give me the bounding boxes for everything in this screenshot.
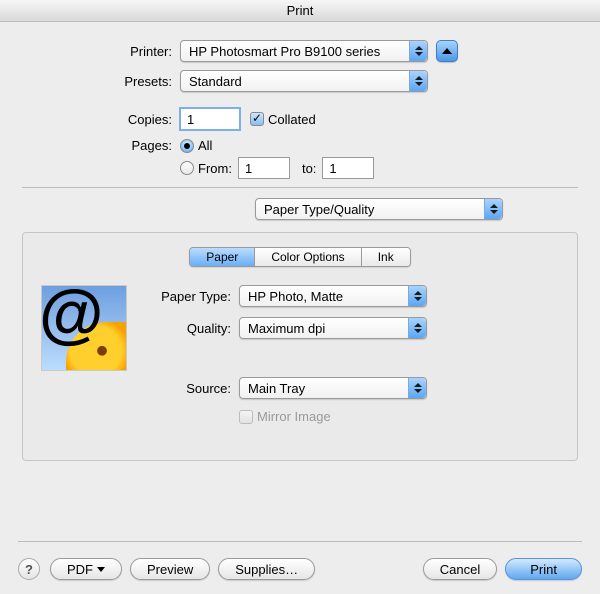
copies-label: Copies: bbox=[22, 112, 180, 127]
section-popup[interactable]: Paper Type/Quality bbox=[255, 198, 503, 220]
quality-selected: Maximum dpi bbox=[248, 321, 347, 336]
help-icon: ? bbox=[25, 562, 33, 577]
pages-range-radio[interactable] bbox=[180, 161, 194, 175]
chevron-updown-icon bbox=[409, 71, 427, 91]
at-sign-icon: @ bbox=[41, 285, 102, 352]
pages-to-label: to: bbox=[302, 161, 316, 176]
printer-popup[interactable]: HP Photosmart Pro B9100 series bbox=[180, 40, 428, 62]
pdf-menu-button[interactable]: PDF bbox=[50, 558, 122, 580]
preview-button[interactable]: Preview bbox=[130, 558, 210, 580]
printer-selected: HP Photosmart Pro B9100 series bbox=[189, 44, 402, 59]
pages-to-input[interactable] bbox=[322, 157, 374, 179]
collated-checkbox[interactable] bbox=[250, 112, 264, 126]
triangle-down-icon bbox=[97, 567, 105, 572]
presets-popup[interactable]: Standard bbox=[180, 70, 428, 92]
output-preview-thumbnail: @ bbox=[41, 285, 127, 371]
divider bbox=[18, 541, 582, 542]
printer-label: Printer: bbox=[22, 44, 180, 59]
quality-label: Quality: bbox=[147, 321, 239, 336]
mirror-image-label: Mirror Image bbox=[257, 409, 331, 424]
window-titlebar: Print bbox=[0, 0, 600, 22]
print-button[interactable]: Print bbox=[505, 558, 582, 580]
section-selected: Paper Type/Quality bbox=[264, 202, 396, 217]
source-label: Source: bbox=[147, 381, 239, 396]
divider bbox=[22, 187, 578, 188]
paper-type-popup[interactable]: HP Photo, Matte bbox=[239, 285, 427, 307]
paper-type-label: Paper Type: bbox=[147, 289, 239, 304]
presets-label: Presets: bbox=[22, 74, 180, 89]
window-title: Print bbox=[287, 3, 314, 18]
paper-type-selected: HP Photo, Matte bbox=[248, 289, 365, 304]
pages-all-label: All bbox=[198, 138, 212, 153]
tab-paper[interactable]: Paper bbox=[190, 248, 255, 266]
quality-popup[interactable]: Maximum dpi bbox=[239, 317, 427, 339]
tab-bar: Paper Color Options Ink bbox=[189, 247, 410, 267]
button-bar: ? PDF Preview Supplies… Cancel Print bbox=[18, 558, 582, 580]
pages-from-input[interactable] bbox=[238, 157, 290, 179]
supplies-button[interactable]: Supplies… bbox=[218, 558, 315, 580]
disclosure-collapse-button[interactable] bbox=[436, 40, 458, 62]
presets-selected: Standard bbox=[189, 74, 264, 89]
chevron-updown-icon bbox=[408, 286, 426, 306]
help-button[interactable]: ? bbox=[18, 558, 40, 580]
chevron-updown-icon bbox=[408, 378, 426, 398]
source-popup[interactable]: Main Tray bbox=[239, 377, 427, 399]
collated-label: Collated bbox=[268, 112, 316, 127]
paper-quality-group: Paper Color Options Ink @ Paper Type: HP… bbox=[22, 232, 578, 461]
chevron-updown-icon bbox=[484, 199, 502, 219]
pages-from-label: From: bbox=[198, 161, 232, 176]
chevron-updown-icon bbox=[409, 41, 427, 61]
pages-all-radio[interactable] bbox=[180, 139, 194, 153]
copies-input[interactable] bbox=[180, 108, 240, 130]
tab-ink[interactable]: Ink bbox=[362, 248, 410, 266]
source-selected: Main Tray bbox=[248, 381, 327, 396]
pages-label: Pages: bbox=[22, 138, 180, 153]
mirror-image-checkbox bbox=[239, 410, 253, 424]
cancel-button[interactable]: Cancel bbox=[423, 558, 497, 580]
tab-color-options[interactable]: Color Options bbox=[255, 248, 361, 266]
chevron-updown-icon bbox=[408, 318, 426, 338]
